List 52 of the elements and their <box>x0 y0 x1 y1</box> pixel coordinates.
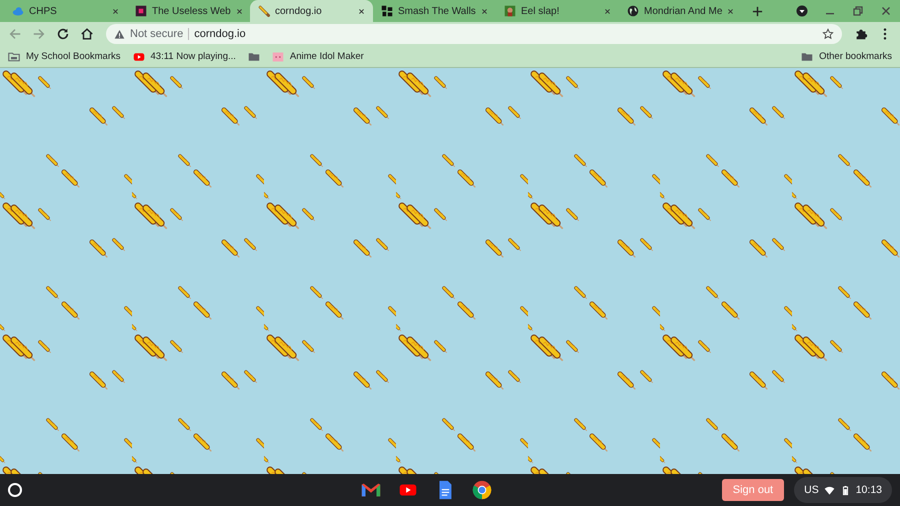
video-icon <box>132 50 145 62</box>
browser-icon[interactable] <box>471 479 494 501</box>
globe-icon <box>627 5 639 17</box>
tab-title: Smash The Walls <box>398 6 476 16</box>
close-icon[interactable] <box>236 8 243 14</box>
browser-tab[interactable]: CHPS <box>4 0 127 22</box>
tab-title: The Useless Web <box>152 6 231 16</box>
browser-tab[interactable]: Mondrian And Me <box>619 0 742 22</box>
restore-icon[interactable] <box>852 5 864 17</box>
new-tab-icon[interactable] <box>752 6 763 16</box>
bookmark-label: 43:11 Now playing... <box>150 51 236 62</box>
keyboard-locale: US <box>804 484 819 496</box>
cloud-icon <box>12 5 24 17</box>
url-text: corndog.io <box>194 28 246 40</box>
tab-title: corndog.io <box>275 6 323 16</box>
cat-face-icon <box>272 50 284 62</box>
wifi-icon <box>824 484 835 496</box>
close-icon[interactable] <box>604 8 611 14</box>
clock: 10:13 <box>856 484 882 496</box>
folder-icon <box>801 50 814 62</box>
bookmark[interactable]: 43:11 Now playing... <box>132 50 236 62</box>
tab-title: Eel slap! <box>521 6 560 16</box>
security-label: Not secure <box>130 28 184 40</box>
bookmark[interactable]: Other bookmarks <box>801 50 892 62</box>
blocks-icon <box>381 5 393 17</box>
corndog-icon <box>258 5 270 17</box>
address-bar[interactable]: Not secure corndog.io <box>106 24 842 44</box>
folder-icon <box>8 50 20 62</box>
browser-tab[interactable]: corndog.io <box>250 0 373 22</box>
tab-title: CHPS <box>29 6 58 16</box>
folder-icon[interactable] <box>248 50 260 62</box>
launcher-button[interactable] <box>8 483 22 497</box>
close-icon[interactable] <box>481 8 488 14</box>
close-icon[interactable] <box>358 8 365 14</box>
close-icon[interactable] <box>727 8 734 14</box>
bookmark-label: My School Bookmarks <box>26 51 121 62</box>
dropdown-icon[interactable] <box>796 5 808 17</box>
bookmark-label: Other bookmarks <box>819 51 892 62</box>
browser-tab[interactable]: Eel slap! <box>496 0 619 22</box>
bookmark[interactable]: My School Bookmarks <box>8 50 121 62</box>
square-icon <box>135 5 147 17</box>
close-icon[interactable] <box>112 8 119 14</box>
photo-icon <box>504 5 516 17</box>
browser-tab[interactable]: The Useless Web <box>127 0 250 22</box>
bookmark-label: Anime Idol Maker <box>290 51 364 62</box>
browser-tab[interactable]: Smash The Walls <box>373 0 496 22</box>
tab-title: Mondrian And Me <box>644 6 722 16</box>
status-tray[interactable]: US 10:13 <box>794 477 892 503</box>
star-icon[interactable] <box>822 28 834 40</box>
warning-icon <box>114 28 125 40</box>
close-icon[interactable] <box>880 5 892 17</box>
bookmark[interactable]: Anime Idol Maker <box>272 50 364 62</box>
